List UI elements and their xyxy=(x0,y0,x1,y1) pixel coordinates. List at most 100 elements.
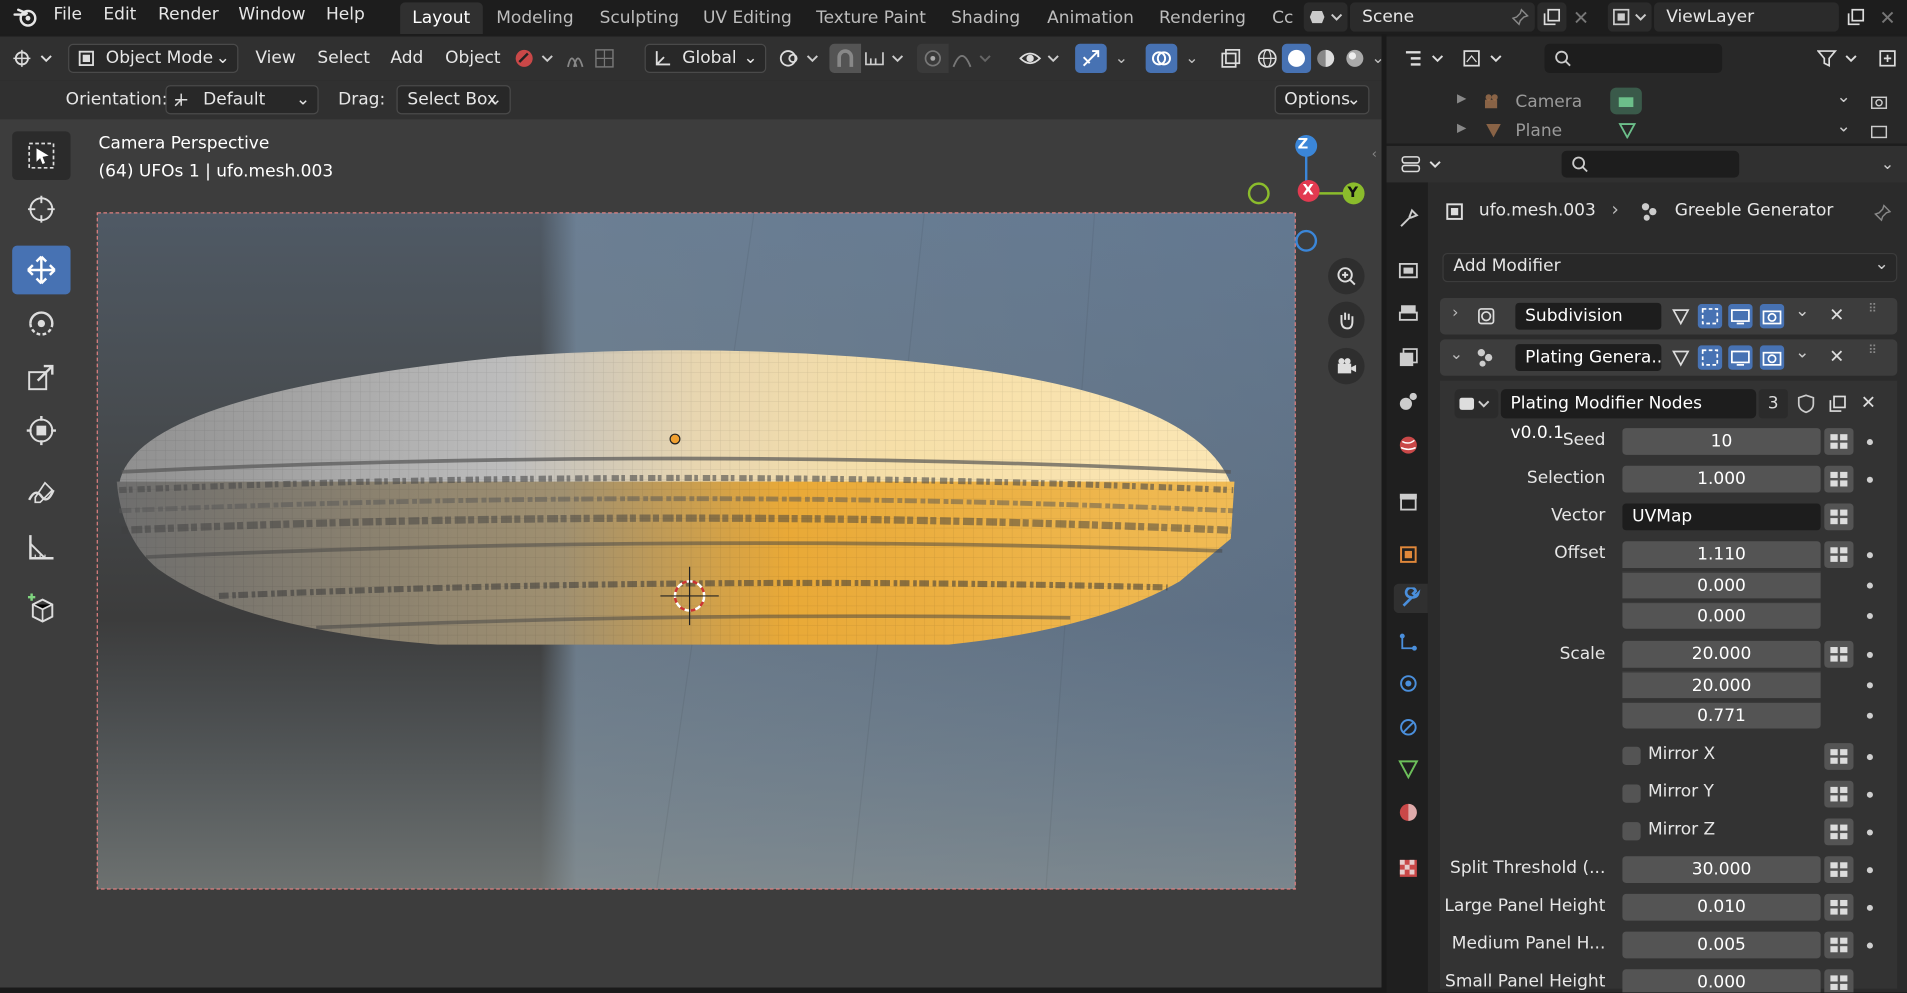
annotate-tool-icon[interactable] xyxy=(12,469,70,518)
modifier-subdivision-header[interactable]: › Subdivision ⌄ ✕ ⠿ xyxy=(1439,297,1898,335)
menu-edit[interactable]: Edit xyxy=(103,5,136,24)
cage-toggle-icon[interactable] xyxy=(1697,345,1723,370)
viewport-toggle-icon[interactable] xyxy=(1728,345,1753,370)
plane-render-icon[interactable] xyxy=(1868,119,1890,141)
chevron-down-icon[interactable]: ⌄ xyxy=(1836,88,1850,107)
keyframe-dot-icon[interactable] xyxy=(1866,612,1873,620)
transform-tool-icon[interactable] xyxy=(12,406,70,455)
small-panel-height-field[interactable]: 0.000 xyxy=(1622,969,1821,993)
tab-uv-editing[interactable]: UV Editing xyxy=(691,2,804,34)
scene-selector-icon[interactable] xyxy=(1303,2,1348,32)
snap-toggle-icon[interactable] xyxy=(829,43,862,73)
users-count[interactable]: 3 xyxy=(1758,389,1788,419)
attribute-toggle-icon[interactable] xyxy=(1824,503,1854,531)
keyframe-dot-icon[interactable] xyxy=(1866,552,1873,559)
mode-dropdown[interactable]: Object Mode ⌄ xyxy=(68,43,239,73)
chevron-down-icon[interactable]: ⌄ xyxy=(1873,150,1902,179)
render-toggle-icon[interactable] xyxy=(1759,304,1785,329)
drag-handle-icon[interactable]: ⠿ xyxy=(1868,303,1877,316)
wireframe-shading-icon[interactable] xyxy=(1253,44,1282,73)
attribute-toggle-icon[interactable] xyxy=(1824,465,1854,493)
drag-handle-icon[interactable]: ⠿ xyxy=(1868,344,1877,357)
attribute-toggle-icon[interactable] xyxy=(1824,893,1854,921)
modifier-name-field[interactable]: Subdivision xyxy=(1515,302,1662,330)
grid-snap-icon[interactable] xyxy=(591,44,618,73)
object-data-tab-icon[interactable] xyxy=(1394,754,1423,783)
keyframe-dot-icon[interactable] xyxy=(1866,867,1873,874)
fake-user-shield-icon[interactable] xyxy=(1793,392,1820,416)
new-view-layer-icon[interactable] xyxy=(1841,2,1870,31)
vector-attribute-field[interactable]: UVMap xyxy=(1622,503,1821,531)
attribute-toggle-icon[interactable] xyxy=(1824,640,1854,668)
attribute-toggle-icon[interactable] xyxy=(1824,856,1854,883)
outliner-row-plane[interactable]: ▶ Plane ⌄ xyxy=(1386,117,1907,144)
attribute-toggle-icon[interactable] xyxy=(1824,743,1854,770)
delete-view-layer-icon[interactable]: ✕ xyxy=(1875,5,1899,29)
rotate-tool-icon[interactable] xyxy=(12,299,70,348)
modifier-wrench-tab-icon[interactable] xyxy=(1393,583,1428,613)
chevron-down-icon[interactable]: ⌄ xyxy=(1109,44,1133,73)
modifier-name-field[interactable]: Plating Genera... xyxy=(1515,344,1662,371)
node-group-name-field[interactable]: Plating Modifier Nodes v0.0.1 xyxy=(1500,389,1757,443)
editor-type-icon[interactable] xyxy=(10,44,59,73)
tab-sculpting[interactable]: Sculpting xyxy=(587,2,691,34)
close-icon[interactable]: ✕ xyxy=(1829,345,1844,367)
scale-tool-icon[interactable] xyxy=(12,353,70,402)
offset-x-field[interactable]: 1.110 xyxy=(1622,541,1821,568)
medium-panel-height-field[interactable]: 0.005 xyxy=(1622,931,1821,959)
menu-select[interactable]: Select xyxy=(317,44,370,73)
chevron-down-icon[interactable]: ⌄ xyxy=(1180,44,1204,73)
filter-icon[interactable] xyxy=(1815,44,1864,73)
render-toggle-icon[interactable] xyxy=(1759,345,1785,370)
particles-tab-icon[interactable] xyxy=(1394,628,1423,657)
outliner-editor-type-icon[interactable] xyxy=(1401,44,1450,73)
pivot-point-icon[interactable] xyxy=(776,44,825,73)
selection-field[interactable]: 1.000 xyxy=(1622,465,1821,493)
menu-file[interactable]: File xyxy=(54,5,83,24)
overlays-icon[interactable] xyxy=(1145,43,1178,73)
add-cube-tool-icon[interactable] xyxy=(12,584,70,633)
display-mode-icon[interactable] xyxy=(1459,44,1508,73)
expand-arrow-icon[interactable]: › xyxy=(1452,304,1458,322)
outliner-row-camera[interactable]: ▶ Camera ⌄ xyxy=(1386,87,1907,115)
options-dropdown[interactable]: Options ⌄ xyxy=(1274,85,1370,115)
large-panel-height-field[interactable]: 0.010 xyxy=(1622,893,1821,921)
tab-modeling[interactable]: Modeling xyxy=(484,2,586,34)
scale-x-field[interactable]: 20.000 xyxy=(1622,640,1821,668)
menu-window[interactable]: Window xyxy=(238,5,305,24)
collection-tab-icon[interactable] xyxy=(1394,486,1423,515)
grease-pencil-icon[interactable] xyxy=(511,44,560,73)
tab-texture-paint[interactable]: Texture Paint xyxy=(804,2,938,34)
orientation-default-dropdown[interactable]: Default ⌄ xyxy=(165,85,319,115)
split-threshold-field[interactable]: 30.000 xyxy=(1622,856,1821,883)
attribute-toggle-icon[interactable] xyxy=(1824,969,1854,993)
camera-render-icon[interactable] xyxy=(1868,90,1890,112)
proportional-edit-icon[interactable] xyxy=(917,43,949,73)
outliner-search-input[interactable] xyxy=(1544,43,1723,73)
tab-shading[interactable]: Shading xyxy=(939,2,1032,34)
menu-render[interactable]: Render xyxy=(158,5,219,24)
mirror-x-checkbox[interactable] xyxy=(1622,746,1641,765)
output-tab-icon[interactable] xyxy=(1394,299,1423,328)
visibility-eye-icon[interactable] xyxy=(1017,44,1066,73)
chevron-down-icon[interactable]: ⌄ xyxy=(1836,117,1850,136)
chevron-down-icon[interactable]: ⌄ xyxy=(1795,302,1809,321)
edit-mode-toggle-icon[interactable] xyxy=(1669,304,1693,328)
material-preview-icon[interactable] xyxy=(1311,44,1340,73)
blender-logo-icon[interactable] xyxy=(12,5,39,29)
close-icon[interactable]: ✕ xyxy=(1829,304,1844,326)
keyframe-dot-icon[interactable] xyxy=(1866,712,1873,719)
seed-field[interactable]: 10 xyxy=(1622,428,1821,455)
render-tab-icon[interactable] xyxy=(1394,255,1423,284)
physics-tab-icon[interactable] xyxy=(1394,669,1423,698)
unlink-close-icon[interactable]: ✕ xyxy=(1861,392,1876,414)
pin-icon[interactable] xyxy=(1508,5,1532,29)
tab-rendering[interactable]: Rendering xyxy=(1147,2,1258,34)
snap-target-icon[interactable] xyxy=(861,44,910,73)
scale-z-field[interactable]: 0.771 xyxy=(1622,701,1821,729)
texture-tab-icon[interactable] xyxy=(1394,854,1423,883)
keyframe-dot-icon[interactable] xyxy=(1866,582,1873,589)
keyframe-dot-icon[interactable] xyxy=(1866,439,1873,446)
cage-toggle-icon[interactable] xyxy=(1697,304,1723,329)
tab-layout[interactable]: Layout xyxy=(400,2,483,35)
